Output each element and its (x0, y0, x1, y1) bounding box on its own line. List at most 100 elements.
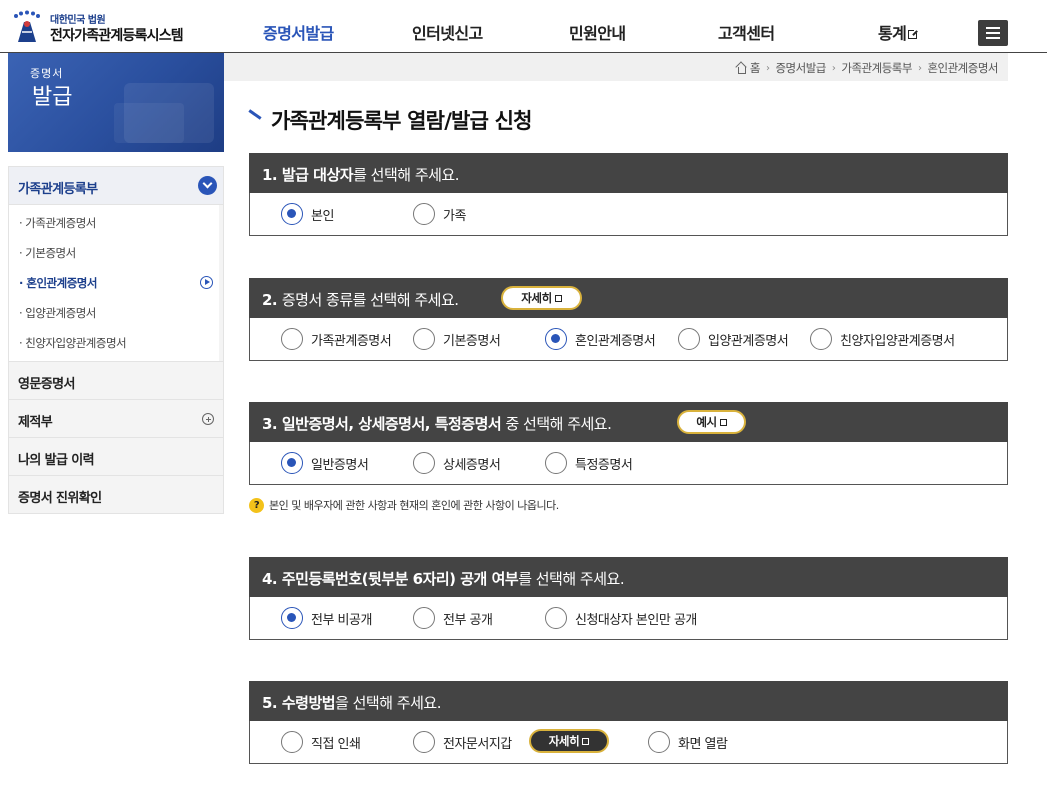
section-keyword: 일반증명서, 상세증명서, 특정증명서 (281, 415, 502, 433)
section-1-title: 1. 발급 대상자를 선택해 주세요. (262, 164, 459, 185)
sidebar-group-label: 가족관계등록부 (18, 182, 98, 197)
radio-selected-icon (281, 452, 303, 474)
chevron-right-icon: › (765, 62, 770, 74)
sidebar-item-authenticity[interactable]: 증명서 진위확인 (9, 475, 223, 513)
radio-label: 전부 공개 (443, 612, 493, 628)
play-circle-icon (200, 276, 213, 289)
radio-basic-cert[interactable]: 기본증명서 (413, 328, 501, 350)
breadcrumb: 홈 › 증명서발급 › 가족관계등록부 › 혼인관계증명서 (736, 60, 998, 76)
help-note-text: 본인 및 배우자에 관한 사항과 현재의 혼인에 관한 사항이 나옵니다. (269, 499, 559, 512)
plus-circle-icon (202, 413, 214, 425)
nav-item-certificate[interactable]: 증명서발급 (263, 20, 334, 44)
menu-button[interactable] (978, 20, 1008, 46)
radio-family-relation-cert[interactable]: 가족관계증명서 (281, 328, 392, 350)
sidebar-nav: 가족관계등록부 · 가족관계증명서 · 기본증명서 · 혼인관계증명서 · 입양… (8, 166, 224, 514)
radio-specific-cert[interactable]: 특정증명서 (545, 452, 633, 474)
title-accent-mark (248, 109, 262, 120)
radio-screen-view[interactable]: 화면 열람 (648, 731, 728, 753)
radio-e-wallet[interactable]: 전자문서지갑 (413, 731, 512, 753)
menu-line-icon (986, 32, 1000, 34)
radio-direct-print[interactable]: 직접 인쇄 (281, 731, 361, 753)
sidebar-item-full-adoption[interactable]: · 친양자입양관계증명서 (9, 327, 219, 357)
radio-empty-icon (810, 328, 832, 350)
sidebar-item-label: 제적부 (18, 415, 53, 430)
detail-button-cert-type[interactable]: 자세히 (501, 286, 582, 310)
radio-applicant-only-public[interactable]: 신청대상자 본인만 공개 (545, 607, 697, 629)
sidebar-sub-list: · 가족관계증명서 · 기본증명서 · 혼인관계증명서 · 입양관계증명서 · … (9, 205, 219, 361)
section-keyword: 발급 대상자 (281, 166, 354, 184)
radio-label: 전자문서지갑 (443, 736, 512, 752)
sidebar-item-removed-register[interactable]: 제적부 (9, 399, 223, 437)
radio-label: 입양관계증명서 (708, 333, 789, 349)
section-2-options: 가족관계증명서 기본증명서 혼인관계증명서 입양관계증명서 친양자입양관계증명서 (249, 318, 1008, 361)
section-text: 중 선택해 주세요. (501, 415, 612, 433)
sidebar-item-english-cert[interactable]: 영문증명서 (9, 361, 223, 399)
breadcrumb-current: 혼인관계증명서 (927, 61, 998, 75)
radio-selected-icon (281, 607, 303, 629)
radio-all-private[interactable]: 전부 비공개 (281, 607, 372, 629)
radio-label: 직접 인쇄 (311, 736, 361, 752)
site-logo[interactable]: 대한민국 법원 전자가족관계등록시스템 (6, 6, 196, 46)
radio-adoption-cert[interactable]: 입양관계증명서 (678, 328, 789, 350)
global-nav: 증명서발급 인터넷신고 민원안내 고객센터 통계 (232, 0, 952, 53)
external-link-icon (554, 294, 562, 302)
section-number: 4. (262, 570, 282, 588)
detail-button-e-wallet[interactable]: 자세히 (529, 729, 609, 753)
pill-label: 예시 (696, 415, 717, 429)
section-number: 5. (262, 694, 282, 712)
radio-all-public[interactable]: 전부 공개 (413, 607, 493, 629)
section-3-header: 3. 일반증명서, 상세증명서, 특정증명서 중 선택해 주세요. 예시 (249, 402, 1008, 442)
sidebar-item-family-relation[interactable]: · 가족관계증명서 (9, 207, 219, 237)
breadcrumb-item[interactable]: 증명서발급 (775, 60, 826, 76)
sidebar-item-marriage[interactable]: · 혼인관계증명서 (9, 267, 219, 297)
help-note: ? 본인 및 배우자에 관한 사항과 현재의 혼인에 관한 사항이 나옵니다. (249, 497, 559, 513)
radio-self[interactable]: 본인 (281, 203, 334, 225)
nav-item-civil-guide[interactable]: 민원안내 (569, 20, 626, 44)
radio-empty-icon (545, 607, 567, 629)
radio-empty-icon (678, 328, 700, 350)
radio-full-adoption-cert[interactable]: 친양자입양관계증명서 (810, 328, 955, 350)
section-5-options: 직접 인쇄 전자문서지갑 자세히 화면 열람 (249, 721, 1008, 764)
section-3-options: 일반증명서 상세증명서 특정증명서 (249, 442, 1008, 485)
sidebar-item-issue-history[interactable]: 나의 발급 이력 (9, 437, 223, 475)
section-text: 를 선택해 주세요. (353, 166, 459, 184)
radio-detailed-cert[interactable]: 상세증명서 (413, 452, 501, 474)
section-text: 를 선택해 주세요. (518, 570, 625, 588)
radio-marriage-cert[interactable]: 혼인관계증명서 (545, 328, 656, 350)
radio-label: 친양자입양관계증명서 (840, 333, 955, 349)
sidebar-group-family-register[interactable]: 가족관계등록부 (9, 167, 223, 205)
radio-empty-icon (281, 731, 303, 753)
radio-empty-icon (281, 328, 303, 350)
menu-line-icon (986, 37, 1000, 39)
pill-label: 자세히 (521, 291, 552, 305)
radio-empty-icon (413, 203, 435, 225)
example-button[interactable]: 예시 (677, 410, 746, 434)
section-2-title: 2. 증명서 종류를 선택해 주세요. (262, 289, 459, 310)
page-title: 가족관계등록부 열람/발급 신청 (271, 109, 532, 133)
radio-label: 상세증명서 (443, 457, 501, 473)
radio-label: 혼인관계증명서 (575, 333, 656, 349)
nav-item-customer-center[interactable]: 고객센터 (718, 20, 775, 44)
banner-line-2: 발급 (32, 85, 73, 110)
nav-item-statistics[interactable]: 통계 (878, 20, 920, 44)
radio-empty-icon (545, 452, 567, 474)
radio-general-cert[interactable]: 일반증명서 (281, 452, 369, 474)
sidebar-banner: 증명서 발급 (8, 53, 224, 152)
section-4-header: 4. 주민등록번호(뒷부분 6자리) 공개 여부를 선택해 주세요. (249, 557, 1008, 597)
pill-label: 자세히 (548, 734, 580, 748)
question-icon: ? (249, 497, 264, 513)
breadcrumb-item[interactable]: 가족관계등록부 (841, 60, 912, 76)
radio-label: 가족관계증명서 (311, 333, 392, 349)
section-5-title: 5. 수령방법을 선택해 주세요. (262, 692, 441, 713)
radio-family[interactable]: 가족 (413, 203, 466, 225)
section-4-title: 4. 주민등록번호(뒷부분 6자리) 공개 여부를 선택해 주세요. (262, 568, 625, 589)
breadcrumb-home[interactable]: 홈 (750, 60, 761, 76)
section-text: 을 선택해 주세요. (335, 694, 441, 712)
sidebar-item-adoption[interactable]: · 입양관계증명서 (9, 297, 219, 327)
sidebar-item-basic[interactable]: · 기본증명서 (9, 237, 219, 267)
section-text: 증명서 종류를 선택해 주세요. (281, 291, 459, 309)
nav-item-statistics-label: 통계 (878, 24, 907, 43)
section-1-header: 1. 발급 대상자를 선택해 주세요. (249, 153, 1008, 193)
nav-item-internet-report[interactable]: 인터넷신고 (412, 20, 483, 44)
chevron-down-icon[interactable] (198, 176, 217, 195)
